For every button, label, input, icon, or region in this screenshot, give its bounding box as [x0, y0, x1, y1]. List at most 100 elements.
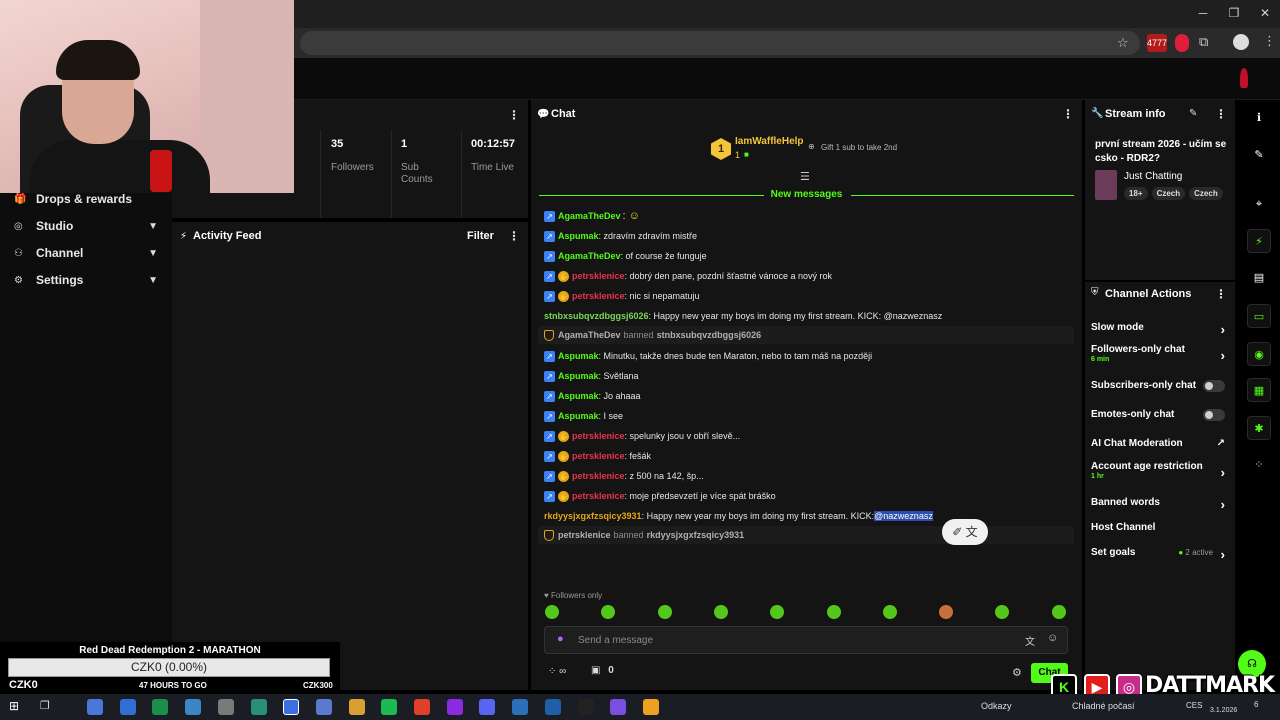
chat-username[interactable]: AgamaTheDev [558, 251, 621, 261]
chat-username[interactable]: petrsklenice [572, 451, 625, 461]
expand-icon[interactable]: ☰ [800, 170, 810, 183]
channel-action-set-goals[interactable]: Set goals › ● 2 active [1091, 547, 1231, 562]
restore-icon[interactable]: ❐ [1224, 6, 1244, 20]
toggle-switch[interactable] [1203, 380, 1225, 392]
extension-icon[interactable] [1175, 34, 1189, 52]
chat-mention[interactable]: @nazweznasz [874, 511, 933, 521]
weather-widget[interactable]: Chladné počasí [1072, 701, 1135, 711]
gift-counter[interactable]: ▣ 0 [591, 665, 614, 676]
chat-username[interactable]: Aspumak [558, 231, 599, 241]
address-bar[interactable] [300, 31, 1140, 55]
chat-username[interactable]: AgamaTheDev [558, 211, 621, 221]
extensions-puzzle-icon[interactable]: ⧉ [1199, 34, 1208, 50]
chat-username[interactable]: Aspumak [558, 371, 599, 381]
obs-icon[interactable] [610, 699, 627, 715]
task-view-icon[interactable]: ❐ [40, 699, 50, 712]
emote-icon[interactable] [1051, 605, 1066, 619]
translate-popup[interactable]: ✐ 文 [942, 519, 988, 545]
chat-icon[interactable]: ▭ [1247, 304, 1271, 328]
emote-icon[interactable] [939, 605, 954, 619]
app-icon[interactable] [217, 699, 234, 715]
taskbar-links[interactable]: Odkazy [981, 701, 1012, 711]
wrench-icon[interactable]: ✱ [1247, 416, 1271, 440]
chat-username[interactable]: Aspumak [558, 411, 599, 421]
windows-start-icon[interactable]: ⊞ [9, 699, 19, 713]
chat-username[interactable]: petrsklenice [572, 471, 625, 481]
pdf-icon[interactable] [414, 699, 430, 715]
steam-icon[interactable] [512, 699, 529, 715]
emote-icon[interactable] [826, 605, 841, 619]
edge-icon[interactable] [250, 699, 267, 715]
tiktok-icon[interactable] [577, 699, 594, 715]
close-icon[interactable]: ✕ [1255, 6, 1275, 20]
bookmark-star-icon[interactable]: ☆ [1117, 35, 1129, 51]
points-indicator[interactable]: ⁘ ∞ [548, 666, 566, 677]
discord-icon[interactable] [479, 699, 496, 715]
kebab-menu-icon[interactable]: ⋮ [1062, 107, 1074, 121]
browser-menu-icon[interactable]: ⋮ [1263, 33, 1276, 49]
store-icon[interactable] [119, 699, 136, 715]
excel-icon[interactable] [152, 699, 169, 715]
chat-username[interactable]: petrsklenice [572, 491, 625, 501]
tag[interactable]: Czech [1189, 187, 1223, 200]
kick-app-icon[interactable] [642, 699, 659, 715]
minimize-icon[interactable]: ─ [1193, 6, 1213, 20]
channel-action-slow-mode[interactable]: Slow mode › [1091, 322, 1231, 337]
tag[interactable]: 18+ [1124, 187, 1148, 200]
camera-icon[interactable]: ⌖ [1247, 192, 1271, 216]
chat-username[interactable]: Aspumak [558, 391, 599, 401]
kebab-menu-icon[interactable]: ⋮ [1215, 107, 1227, 121]
emote-icon[interactable] [882, 605, 897, 619]
sidebar-item-channel[interactable]: ⚇ Channel ▼ [0, 240, 172, 266]
info-icon[interactable]: ℹ [1247, 106, 1271, 130]
bell-icon[interactable] [1240, 68, 1248, 88]
language-indicator[interactable]: CES [1186, 701, 1202, 710]
onenote-icon[interactable] [446, 699, 463, 715]
mod-username[interactable]: AgamaTheDev [558, 330, 621, 340]
chat-username[interactable]: rkdyysjxgxfzsqicy3931 [544, 511, 642, 521]
profile-avatar[interactable] [1233, 34, 1249, 50]
edit-pencil-icon[interactable]: ✎ [1189, 108, 1197, 119]
pencil-icon[interactable]: ✎ [1247, 143, 1271, 167]
channel-action-ai-chat-moderation[interactable]: AI Chat Moderation ↗ [1091, 438, 1231, 449]
chat-username[interactable]: petrsklenice [572, 431, 625, 441]
drops-icon[interactable]: ⁘ [1247, 453, 1271, 477]
document-icon[interactable]: ▤ [1247, 266, 1271, 290]
emote-icon[interactable] [995, 605, 1010, 619]
broadcast-icon[interactable]: ◉ [1247, 342, 1271, 366]
filter-button[interactable]: Filter [467, 230, 494, 242]
steam-icon[interactable] [185, 699, 202, 715]
chat-username[interactable]: stnbxsubqvzdbggsj6026 [544, 311, 649, 321]
lightning-icon[interactable]: ⚡ [1247, 229, 1271, 253]
editor-icon[interactable] [315, 699, 332, 715]
sidebar-item-studio[interactable]: ◎ Studio ▼ [0, 213, 172, 239]
outlook-icon[interactable] [544, 699, 561, 715]
channel-action-emotes-only-chat[interactable]: Emotes-only chat [1091, 409, 1231, 421]
channel-action-host-channel[interactable]: Host Channel [1091, 522, 1231, 533]
emote-icon[interactable] [601, 605, 616, 619]
emote-icon[interactable] [770, 605, 785, 619]
spotify-icon[interactable] [381, 699, 398, 715]
taskbar-date[interactable]: 3.1.2026 [1210, 707, 1237, 714]
kebab-menu-icon[interactable]: ⋮ [508, 229, 520, 243]
toggle-switch[interactable] [1203, 409, 1225, 421]
tag[interactable]: Czech [1151, 187, 1186, 200]
emote-icon[interactable] [713, 605, 728, 619]
notification-count[interactable]: 6 [1254, 700, 1258, 709]
channel-action-banned-words[interactable]: Banned words › [1091, 497, 1231, 512]
kebab-menu-icon[interactable]: ⋮ [1215, 287, 1227, 301]
chat-input[interactable]: ● Send a message 文 ☺ [544, 626, 1068, 654]
emote-icon[interactable] [545, 605, 559, 619]
chrome-icon[interactable] [283, 699, 300, 715]
emote-icon[interactable] [657, 605, 672, 619]
microphone-icon[interactable]: ● [557, 633, 564, 645]
sidebar-item-settings[interactable]: ⚙ Settings ▼ [0, 267, 172, 293]
channel-action-subscribers-only-chat[interactable]: Subscribers-only chat [1091, 380, 1231, 392]
layout-icon[interactable]: ▦ [1247, 378, 1271, 402]
widgets-icon[interactable] [87, 699, 103, 715]
files-icon[interactable] [348, 699, 365, 715]
mod-username[interactable]: petrsklenice [558, 530, 611, 540]
chat-settings-gear-icon[interactable]: ⚙ [1012, 666, 1022, 679]
chat-username[interactable]: petrsklenice [572, 291, 625, 301]
chat-username[interactable]: petrsklenice [572, 271, 625, 281]
